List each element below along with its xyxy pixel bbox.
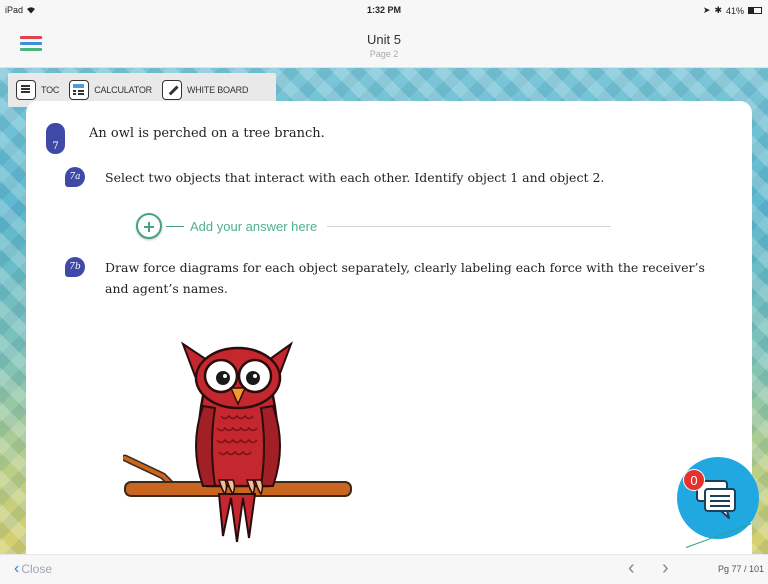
page-indicator: Pg 77 / 101 (717, 564, 764, 574)
clock: 1:32 PM (366, 5, 401, 15)
answer-underline (327, 225, 611, 227)
toc-button[interactable]: TOC (16, 80, 59, 100)
status-bar: iPad 1:32 PM ➤ ✱ 41% (0, 0, 768, 20)
battery-percent: 41% (725, 5, 744, 16)
question-part-7a: 7a Select two objects that interact with… (65, 167, 705, 188)
toc-icon (16, 80, 36, 100)
answer-placeholder: Add your answer here (190, 218, 318, 234)
toc-label: TOC (41, 85, 60, 95)
answer-connector (166, 225, 184, 227)
page-subtitle: Page 2 (369, 49, 399, 59)
nav-header: Unit 5 Page 2 (0, 20, 768, 68)
question-text: An owl is perched on a tree branch. (89, 126, 325, 141)
status-right: ➤ ✱ 41% (703, 5, 762, 16)
close-label: Close (21, 562, 53, 576)
bottom-bar: ‹ Close ‹ › Pg 77 / 101 (0, 554, 768, 584)
answer-field[interactable]: Add your answer here (136, 213, 611, 239)
part-badge: 7a (65, 167, 85, 187)
part-text: Select two objects that interact with ea… (105, 170, 605, 185)
calculator-button[interactable]: CALCULATOR (69, 80, 152, 100)
calculator-icon (69, 80, 90, 100)
close-button[interactable]: ‹ Close (14, 560, 53, 577)
question-number-badge: 7 (46, 123, 65, 154)
content-card: 7 An owl is perched on a tree branch. 7a… (26, 101, 752, 554)
bluetooth-icon: ✱ (714, 5, 722, 15)
calculator-label: CALCULATOR (94, 85, 152, 95)
chat-notification-badge: 0 (683, 469, 705, 491)
add-answer-button[interactable] (136, 213, 162, 239)
next-page-button[interactable]: › (662, 558, 669, 578)
page-title: Unit 5 (367, 32, 401, 47)
pencil-icon (161, 80, 182, 100)
chevron-left-icon: ‹ (14, 560, 20, 577)
part-badge: 7b (65, 257, 85, 277)
previous-page-button[interactable]: ‹ (628, 558, 635, 578)
question-main: 7 An owl is perched on a tree branch. (46, 123, 325, 154)
owl (180, 341, 294, 543)
whiteboard-label: WHITE BOARD (186, 85, 249, 95)
question-part-7b: 7b Draw force diagrams for each object s… (65, 257, 705, 299)
whiteboard-button[interactable]: WHITE BOARD (161, 80, 249, 100)
owl-illustration (123, 341, 352, 543)
part-text: Draw force diagrams for each object sepa… (105, 260, 705, 296)
location-icon: ➤ (702, 5, 711, 15)
battery-icon (748, 7, 762, 14)
